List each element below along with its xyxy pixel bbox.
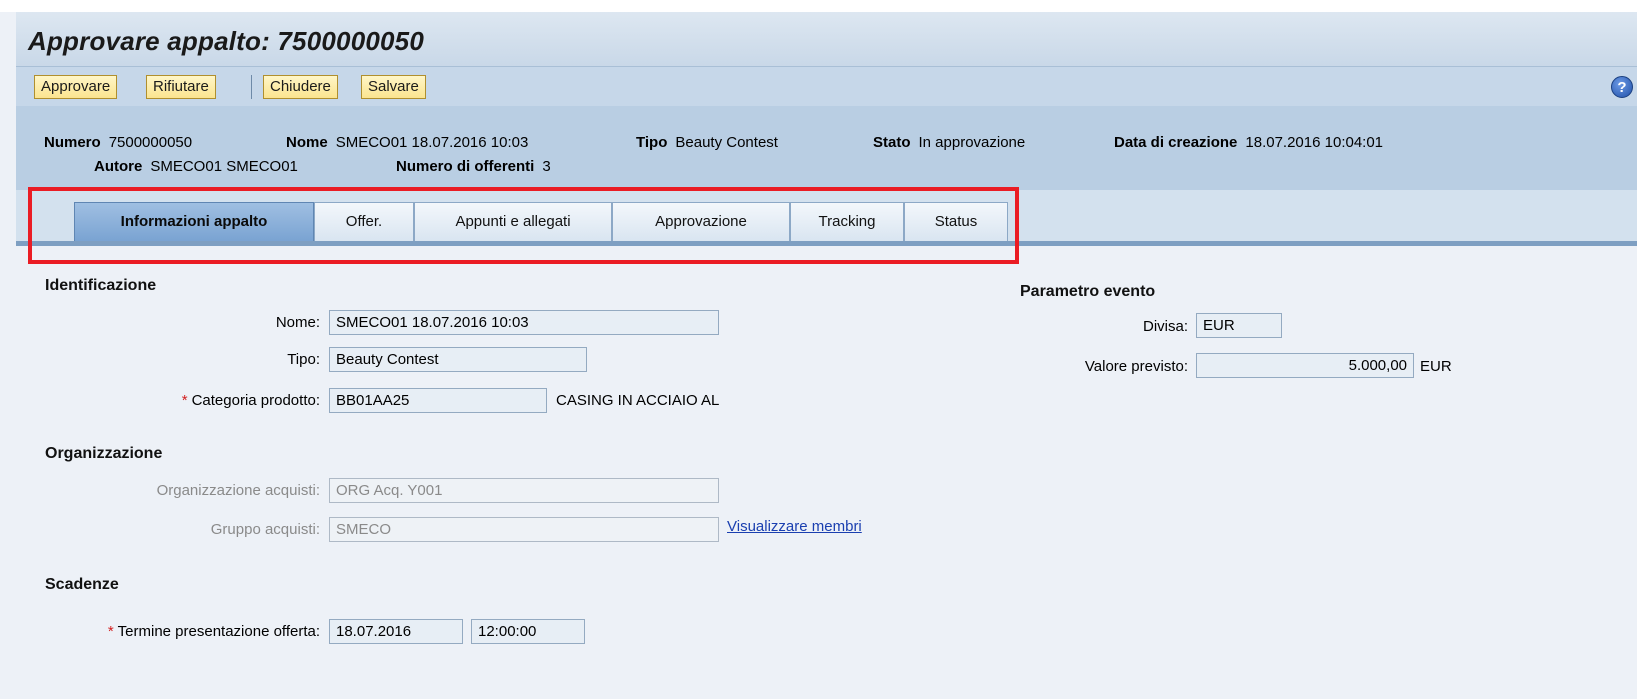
header-offerenti-value: 3 xyxy=(542,158,551,175)
window-top-strip xyxy=(0,0,1637,12)
header-stato-label: Stato xyxy=(873,134,911,151)
header-summary: Numero 7500000050 Nome SMECO01 18.07.2016 … xyxy=(16,106,1637,190)
termine-time-field[interactable]: 12:00:00 xyxy=(471,619,585,644)
header-offerenti: Numero di offerenti 3 xyxy=(396,158,551,175)
header-numero: Numero 7500000050 xyxy=(44,134,192,151)
header-tipo: Tipo Beauty Contest xyxy=(636,134,778,151)
header-data-creazione: Data di creazione 18.07.2016 10:04:01 xyxy=(1114,134,1383,151)
header-offerenti-label: Numero di offerenti xyxy=(396,158,535,175)
page-title: Approvare appalto: 7500000050 xyxy=(28,26,424,56)
header-nome-label: Nome xyxy=(286,134,328,151)
tab-strip: Informazioni appalto Offer. Appunti e al… xyxy=(16,190,1637,246)
header-stato: Stato In approvazione xyxy=(873,134,1025,151)
tipo-label: Tipo: xyxy=(287,351,320,368)
tab-informazioni-appalto[interactable]: Informazioni appalto xyxy=(74,202,314,241)
header-numero-value: 7500000050 xyxy=(108,134,193,151)
section-identificazione: Identificazione xyxy=(45,277,157,294)
header-data-label: Data di creazione xyxy=(1114,134,1238,151)
tab-offer[interactable]: Offer. xyxy=(314,202,414,241)
save-button[interactable]: Salvare xyxy=(361,75,426,99)
header-autore: Autore SMECO01 SMECO01 xyxy=(94,158,298,175)
close-button[interactable]: Chiudere xyxy=(263,75,338,99)
divisa-label: Divisa: xyxy=(1142,318,1188,335)
header-stato-value: In approvazione xyxy=(918,134,1026,151)
tab-approvazione[interactable]: Approvazione xyxy=(612,202,790,241)
section-scadenze: Scadenze xyxy=(45,576,119,593)
valore-previsto-field[interactable]: 5.000,00 xyxy=(1196,353,1414,378)
header-data-value: 18.07.2016 10:04:01 xyxy=(1245,134,1384,151)
title-bar: Approvare appalto: 7500000050 xyxy=(16,12,1637,66)
approve-button[interactable]: Approvare xyxy=(34,75,118,99)
nome-label: Nome: xyxy=(275,314,320,331)
categoria-field[interactable]: BB01AA25 xyxy=(329,388,547,413)
required-marker: * xyxy=(181,392,188,409)
nome-field[interactable]: SMECO01 18.07.2016 10:03 xyxy=(329,310,719,335)
divisa-field[interactable]: EUR xyxy=(1196,313,1282,338)
toolbar-separator xyxy=(251,75,252,99)
reject-button[interactable]: Rifiutare xyxy=(146,75,216,99)
termine-label: * Termine presentazione offerta: xyxy=(40,623,320,640)
header-autore-value: SMECO01 SMECO01 xyxy=(150,158,298,175)
org-acquisti-label: Organizzazione acquisti: xyxy=(156,482,320,499)
header-tipo-label: Tipo xyxy=(636,134,668,151)
required-marker: * xyxy=(107,623,114,640)
valore-unit: EUR xyxy=(1420,358,1452,375)
gruppo-acquisti-field: SMECO xyxy=(329,517,719,542)
tab-underline xyxy=(16,241,1637,246)
org-acquisti-field: ORG Acq. Y001 xyxy=(329,478,719,503)
tipo-field[interactable]: Beauty Contest xyxy=(329,347,587,372)
valore-previsto-label: Valore previsto: xyxy=(1084,358,1188,375)
help-icon[interactable]: ? xyxy=(1611,76,1633,98)
section-organizzazione: Organizzazione xyxy=(45,445,163,462)
tab-tracking[interactable]: Tracking xyxy=(790,202,904,241)
termine-date-field[interactable]: 18.07.2016 xyxy=(329,619,463,644)
visualizzare-membri-link[interactable]: Visualizzare membri xyxy=(727,518,862,535)
categoria-label: * Categoria prodotto: xyxy=(80,392,320,409)
tab-appunti-allegati[interactable]: Appunti e allegati xyxy=(414,202,612,241)
header-numero-label: Numero xyxy=(44,134,101,151)
termine-label-text: Termine presentazione offerta: xyxy=(117,623,320,640)
tab-status[interactable]: Status xyxy=(904,202,1008,241)
header-autore-label: Autore xyxy=(94,158,143,175)
categoria-description: CASING IN ACCIAIO AL xyxy=(556,392,720,409)
section-parametro-evento: Parametro evento xyxy=(1020,283,1156,300)
header-nome: Nome SMECO01 18.07.2016 10:03 xyxy=(286,134,528,151)
header-tipo-value: Beauty Contest xyxy=(675,134,778,151)
categoria-label-text: Categoria prodotto: xyxy=(191,392,320,409)
gruppo-acquisti-label: Gruppo acquisti: xyxy=(210,521,320,538)
header-nome-value: SMECO01 18.07.2016 10:03 xyxy=(335,134,529,151)
toolbar: Approvare Rifiutare Chiudere Salvare ? xyxy=(16,66,1637,106)
